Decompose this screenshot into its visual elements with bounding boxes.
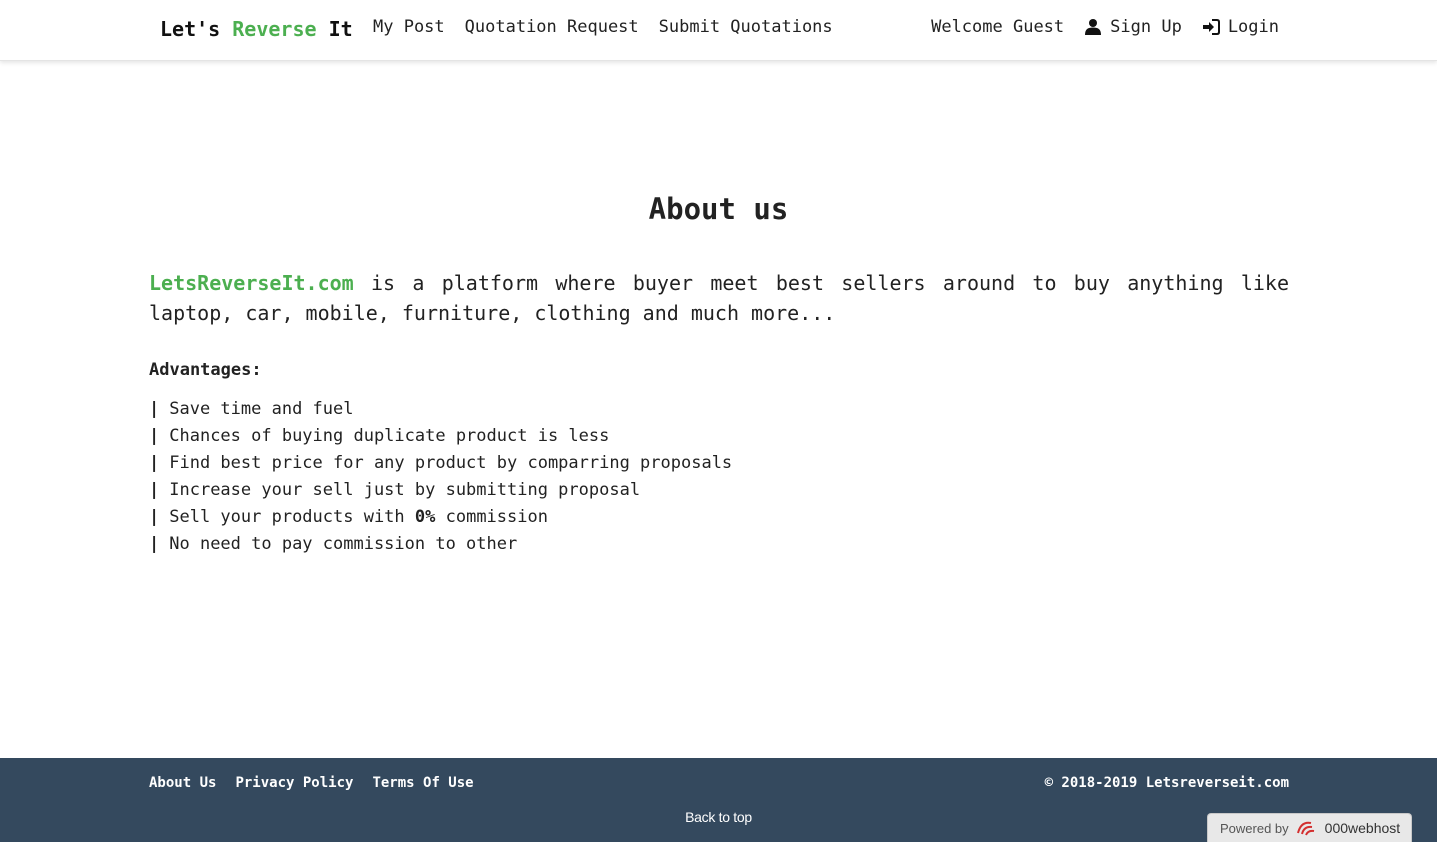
brand-text-part3: It <box>316 17 353 41</box>
top-navbar: Let's Reverse It My Post Quotation Reque… <box>0 0 1437 61</box>
sign-up-label: Sign Up <box>1110 17 1182 37</box>
login-link[interactable]: Login <box>1202 17 1279 37</box>
user-icon <box>1085 19 1102 35</box>
powered-by-label: Powered by <box>1220 820 1289 836</box>
webhost-logo-icon <box>1296 821 1314 836</box>
brand-logo[interactable]: Let's Reverse It <box>160 17 353 41</box>
powered-by-badge[interactable]: Powered by 000webhost <box>1207 813 1412 842</box>
login-label: Login <box>1227 17 1279 37</box>
copyright-text: © 2018-2019 Letsreverseit.com <box>1044 775 1289 791</box>
sign-in-icon <box>1202 19 1220 35</box>
advantage-text: Chances of buying duplicate product is l… <box>169 426 610 446</box>
footer-links: About Us Privacy Policy Terms Of Use <box>149 775 474 791</box>
commission-value: 0% <box>414 507 436 527</box>
advantages-list: | Save time and fuel | Chances of buying d… <box>149 396 732 558</box>
page-title: About us <box>648 192 789 226</box>
nav-quotation-request[interactable]: Quotation Request <box>465 17 639 37</box>
footer: About Us Privacy Policy Terms Of Use © 2… <box>0 758 1437 842</box>
nav-submit-quotations[interactable]: Submit Quotations <box>659 17 833 37</box>
brand-text-part1: Let's <box>160 17 233 41</box>
bullet-bar: | <box>149 453 160 473</box>
intro-paragraph: LetsReverseIt.com is a platform where bu… <box>149 268 1289 328</box>
footer-link-terms-of-use[interactable]: Terms Of Use <box>372 775 473 791</box>
list-item: | No need to pay commission to other <box>149 531 732 558</box>
advantage-text: Find best price for any product by compa… <box>169 453 733 473</box>
advantage-text: Increase your sell just by submitting pr… <box>169 480 641 500</box>
bullet-bar: | <box>149 507 160 527</box>
nav-my-post[interactable]: My Post <box>373 17 445 37</box>
advantage-text: No need to pay commission to other <box>169 534 518 554</box>
user-nav: Welcome Guest Sign Up Login <box>931 17 1279 37</box>
advantage-text: Save time and fuel <box>169 399 354 419</box>
bullet-bar: | <box>149 399 160 419</box>
list-item: | Sell your products with 0% commission <box>149 504 732 531</box>
list-item: | Save time and fuel <box>149 396 732 423</box>
main-nav: My Post Quotation Request Submit Quotati… <box>373 17 833 37</box>
footer-link-about-us[interactable]: About Us <box>149 775 216 791</box>
list-item: | Chances of buying duplicate product is … <box>149 423 732 450</box>
bullet-bar: | <box>149 534 160 554</box>
advantage-text: Sell your products with <box>169 507 415 527</box>
footer-link-privacy-policy[interactable]: Privacy Policy <box>235 775 353 791</box>
bullet-bar: | <box>149 426 160 446</box>
list-item: | Increase your sell just by submitting p… <box>149 477 732 504</box>
advantages-heading: Advantages: <box>149 360 262 380</box>
site-name-link[interactable]: LetsReverseIt.com <box>149 271 354 295</box>
sign-up-link[interactable]: Sign Up <box>1084 17 1182 37</box>
welcome-text: Welcome Guest <box>931 17 1065 37</box>
bullet-bar: | <box>149 480 160 500</box>
advantage-text-suffix: commission <box>435 507 548 527</box>
list-item: | Find best price for any product by comp… <box>149 450 732 477</box>
webhost-name: 000webhost <box>1324 820 1401 836</box>
brand-text-part2: Reverse <box>232 17 317 41</box>
